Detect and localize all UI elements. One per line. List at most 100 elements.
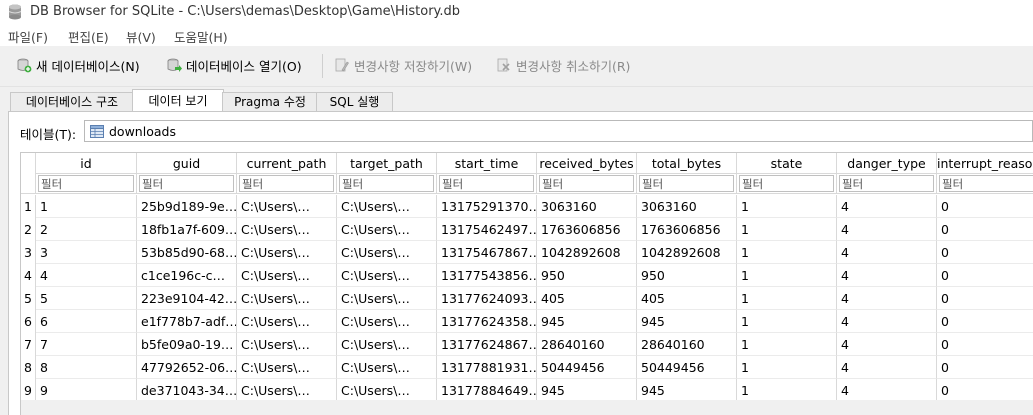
row-header[interactable]: 5 xyxy=(21,287,36,310)
table-cell-target-path[interactable]: C:\Users\… xyxy=(337,310,437,333)
table-cell-state[interactable]: 1 xyxy=(737,241,837,264)
table-cell-start-time[interactable]: 13177543856… xyxy=(437,264,537,287)
tab-database-structure[interactable]: 데이터베이스 구조 xyxy=(10,92,134,112)
column-header-start-time[interactable]: start_time xyxy=(437,153,537,174)
table-cell-id[interactable]: 4 xyxy=(36,264,137,287)
table-cell-danger-type[interactable]: 4 xyxy=(837,241,937,264)
table-cell-id[interactable]: 2 xyxy=(36,218,137,241)
table-cell-total-bytes[interactable]: 950 xyxy=(637,264,737,287)
table-cell-target-path[interactable]: C:\Users\… xyxy=(337,379,437,402)
table-cell-current-path[interactable]: C:\Users\… xyxy=(237,333,337,356)
table-cell-interrupt-reason[interactable]: 0 xyxy=(937,218,1033,241)
row-header[interactable]: 3 xyxy=(21,241,36,264)
table-cell-interrupt-reason[interactable]: 0 xyxy=(937,195,1033,218)
column-header-interrupt-reason[interactable]: interrupt_reason xyxy=(937,153,1033,174)
filter-input-state[interactable] xyxy=(739,175,834,192)
table-cell-danger-type[interactable]: 4 xyxy=(837,195,937,218)
table-cell-state[interactable]: 1 xyxy=(737,218,837,241)
table-cell-guid[interactable]: 25b9d189-9e… xyxy=(137,195,237,218)
filter-input-start-time[interactable] xyxy=(439,175,534,192)
table-cell-total-bytes[interactable]: 945 xyxy=(637,379,737,402)
table-cell-received-bytes[interactable]: 950 xyxy=(537,264,637,287)
tab-browse-data[interactable]: 데이터 보기 xyxy=(132,89,224,113)
column-header-id[interactable]: id xyxy=(36,153,137,174)
table-cell-target-path[interactable]: C:\Users\… xyxy=(337,287,437,310)
table-cell-guid[interactable]: 223e9104-42… xyxy=(137,287,237,310)
menu-help[interactable]: 도움말(H) xyxy=(174,27,228,46)
table-cell-danger-type[interactable]: 4 xyxy=(837,287,937,310)
table-cell-danger-type[interactable]: 4 xyxy=(837,264,937,287)
table-cell-total-bytes[interactable]: 1042892608 xyxy=(637,241,737,264)
table-cell-state[interactable]: 1 xyxy=(737,356,837,379)
row-header[interactable]: 1 xyxy=(21,195,36,218)
table-cell-id[interactable]: 5 xyxy=(36,287,137,310)
column-header-target-path[interactable]: target_path xyxy=(337,153,437,174)
menu-view[interactable]: 뷰(V) xyxy=(126,27,156,46)
write-changes-button[interactable]: 변경사항 저장하기(W) xyxy=(334,54,472,76)
table-cell-received-bytes[interactable]: 1763606856 xyxy=(537,218,637,241)
table-cell-interrupt-reason[interactable]: 0 xyxy=(937,379,1033,402)
table-cell-interrupt-reason[interactable]: 0 xyxy=(937,310,1033,333)
table-cell-id[interactable]: 9 xyxy=(36,379,137,402)
table-cell-danger-type[interactable]: 4 xyxy=(837,333,937,356)
table-cell-received-bytes[interactable]: 945 xyxy=(537,379,637,402)
table-cell-interrupt-reason[interactable]: 0 xyxy=(937,333,1033,356)
table-cell-guid[interactable]: b5fe09a0-19… xyxy=(137,333,237,356)
table-cell-current-path[interactable]: C:\Users\… xyxy=(237,195,337,218)
revert-changes-button[interactable]: 변경사항 취소하기(R) xyxy=(496,54,630,76)
table-cell-current-path[interactable]: C:\Users\… xyxy=(237,241,337,264)
table-cell-guid[interactable]: 18fb1a7f-609… xyxy=(137,218,237,241)
table-cell-id[interactable]: 6 xyxy=(36,310,137,333)
table-cell-total-bytes[interactable]: 28640160 xyxy=(637,333,737,356)
table-cell-start-time[interactable]: 13177881931… xyxy=(437,356,537,379)
table-cell-total-bytes[interactable]: 405 xyxy=(637,287,737,310)
table-cell-current-path[interactable]: C:\Users\… xyxy=(237,287,337,310)
table-cell-danger-type[interactable]: 4 xyxy=(837,379,937,402)
table-cell-state[interactable]: 1 xyxy=(737,264,837,287)
table-cell-target-path[interactable]: C:\Users\… xyxy=(337,241,437,264)
menu-file[interactable]: 파일(F) xyxy=(8,27,48,46)
table-cell-danger-type[interactable]: 4 xyxy=(837,310,937,333)
column-header-danger-type[interactable]: danger_type xyxy=(837,153,937,174)
filter-input-id[interactable] xyxy=(38,175,134,192)
table-cell-start-time[interactable]: 13175467867… xyxy=(437,241,537,264)
table-cell-start-time[interactable]: 13175291370… xyxy=(437,195,537,218)
table-cell-target-path[interactable]: C:\Users\… xyxy=(337,264,437,287)
table-cell-received-bytes[interactable]: 28640160 xyxy=(537,333,637,356)
table-cell-guid[interactable]: 47792652-06… xyxy=(137,356,237,379)
row-header[interactable]: 6 xyxy=(21,310,36,333)
table-cell-current-path[interactable]: C:\Users\… xyxy=(237,264,337,287)
column-header-total-bytes[interactable]: total_bytes xyxy=(637,153,737,174)
table-cell-total-bytes[interactable]: 1763606856 xyxy=(637,218,737,241)
row-header[interactable]: 4 xyxy=(21,264,36,287)
table-cell-received-bytes[interactable]: 1042892608 xyxy=(537,241,637,264)
table-cell-target-path[interactable]: C:\Users\… xyxy=(337,195,437,218)
table-cell-state[interactable]: 1 xyxy=(737,195,837,218)
table-cell-interrupt-reason[interactable]: 0 xyxy=(937,264,1033,287)
table-cell-current-path[interactable]: C:\Users\… xyxy=(237,218,337,241)
table-cell-start-time[interactable]: 13177624093… xyxy=(437,287,537,310)
table-cell-current-path[interactable]: C:\Users\… xyxy=(237,379,337,402)
column-header-current-path[interactable]: current_path xyxy=(237,153,337,174)
table-cell-state[interactable]: 1 xyxy=(737,379,837,402)
column-header-state[interactable]: state xyxy=(737,153,837,174)
open-database-button[interactable]: 데이터베이스 열기(O) xyxy=(166,54,302,76)
filter-input-target-path[interactable] xyxy=(339,175,434,192)
table-cell-received-bytes[interactable]: 50449456 xyxy=(537,356,637,379)
table-cell-id[interactable]: 1 xyxy=(36,195,137,218)
table-cell-target-path[interactable]: C:\Users\… xyxy=(337,218,437,241)
filter-input-interrupt-reason[interactable] xyxy=(939,175,1033,192)
filter-input-guid[interactable] xyxy=(139,175,234,192)
table-cell-state[interactable]: 1 xyxy=(737,287,837,310)
table-cell-interrupt-reason[interactable]: 0 xyxy=(937,241,1033,264)
menu-edit[interactable]: 편집(E) xyxy=(68,27,109,46)
column-header-guid[interactable]: guid xyxy=(137,153,237,174)
filter-input-danger-type[interactable] xyxy=(839,175,934,192)
table-cell-interrupt-reason[interactable]: 0 xyxy=(937,356,1033,379)
table-cell-total-bytes[interactable]: 50449456 xyxy=(637,356,737,379)
table-cell-received-bytes[interactable]: 405 xyxy=(537,287,637,310)
grid-corner[interactable] xyxy=(21,153,36,194)
table-cell-id[interactable]: 8 xyxy=(36,356,137,379)
table-cell-start-time[interactable]: 13177884649… xyxy=(437,379,537,402)
tab-edit-pragmas[interactable]: Pragma 수정 xyxy=(222,92,318,112)
